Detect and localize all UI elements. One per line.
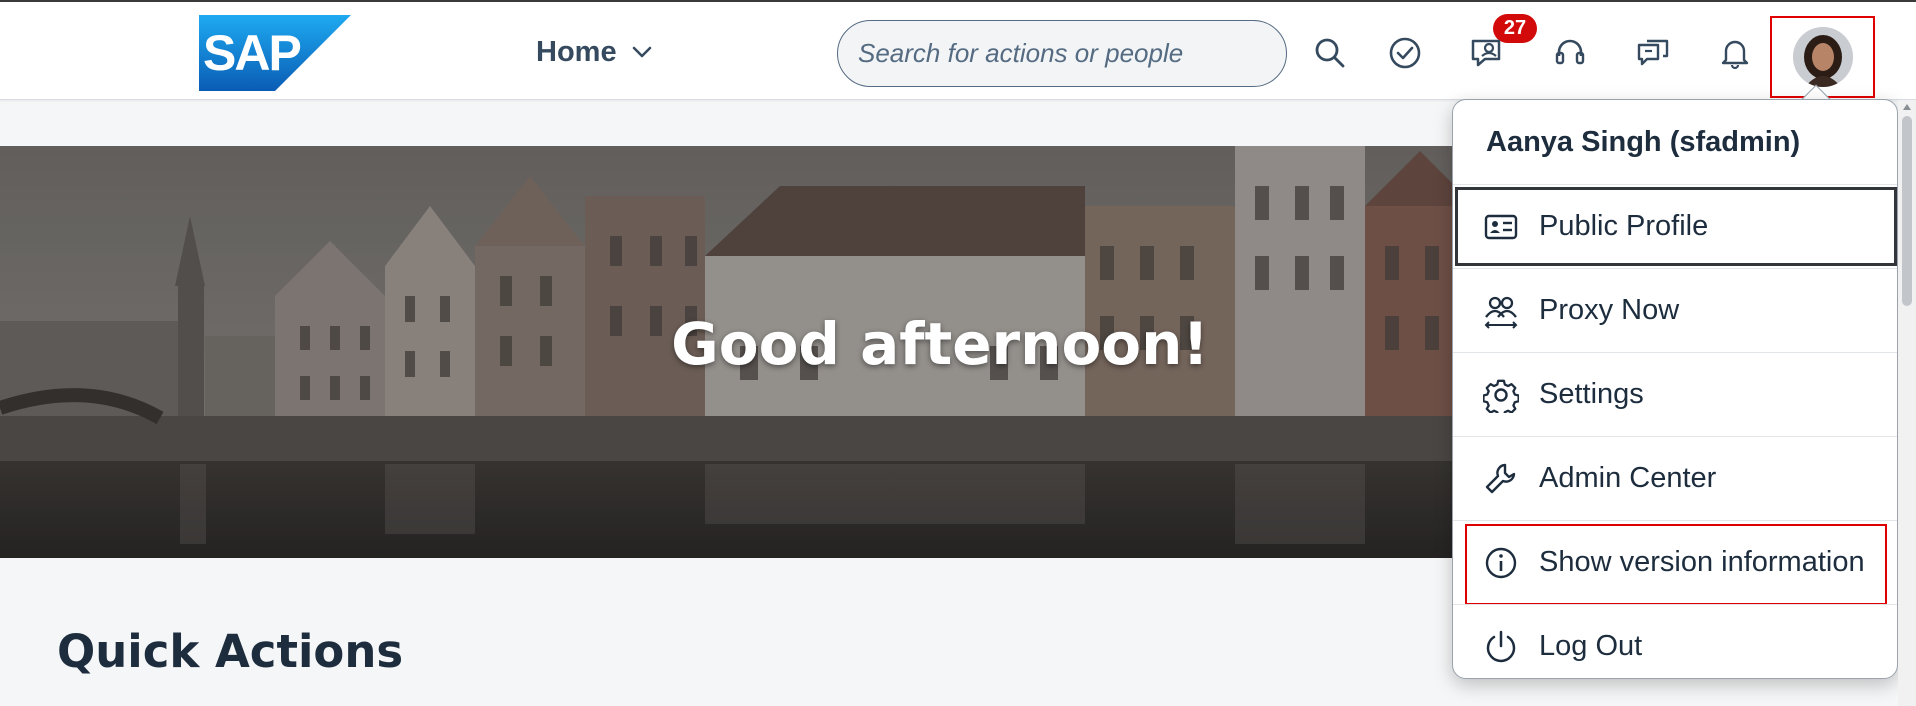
assistant-button[interactable] bbox=[1461, 28, 1511, 78]
info-icon bbox=[1485, 547, 1517, 578]
menu-item-show-version-information[interactable]: Show version information bbox=[1453, 521, 1897, 605]
headset-icon bbox=[1555, 39, 1585, 65]
home-menu-button[interactable]: Home bbox=[536, 30, 653, 74]
avatar-photo bbox=[1792, 27, 1853, 87]
svg-text:SAP: SAP bbox=[203, 25, 300, 81]
menu-item-label: Public Profile bbox=[1539, 210, 1709, 242]
search-field[interactable] bbox=[837, 20, 1287, 87]
scrollbar-thumb[interactable] bbox=[1902, 116, 1912, 306]
menu-item-label: Show version information bbox=[1539, 546, 1865, 578]
bell-icon bbox=[1721, 40, 1749, 70]
search-button[interactable] bbox=[1305, 28, 1355, 78]
menu-item-proxy-now[interactable]: Proxy Now bbox=[1453, 269, 1897, 352]
avatar bbox=[1792, 27, 1853, 87]
menu-item-settings[interactable]: Settings bbox=[1453, 353, 1897, 436]
shell-bar: SAP Home 27 bbox=[0, 0, 1916, 100]
quick-actions-heading: Quick Actions bbox=[57, 625, 404, 678]
support-button[interactable] bbox=[1545, 28, 1595, 78]
menu-item-label: Admin Center bbox=[1539, 462, 1717, 494]
feedback-button[interactable] bbox=[1628, 28, 1678, 78]
feedback-icon bbox=[1637, 39, 1669, 66]
gear-icon bbox=[1483, 379, 1519, 413]
search-input[interactable] bbox=[858, 38, 1266, 69]
menu-item-admin-center[interactable]: Admin Center bbox=[1453, 437, 1897, 520]
notifications-button[interactable] bbox=[1710, 28, 1760, 78]
search-icon bbox=[1315, 38, 1345, 68]
menu-item-label: Log Out bbox=[1539, 630, 1643, 662]
scroll-up-arrow-icon[interactable] bbox=[1903, 104, 1911, 110]
menu-item-label: Proxy Now bbox=[1539, 294, 1680, 326]
proxy-icon bbox=[1484, 296, 1518, 329]
user-name: Aanya Singh (sfadmin) bbox=[1486, 125, 1801, 158]
menu-item-label: Settings bbox=[1539, 378, 1644, 410]
tasks-button[interactable] bbox=[1380, 28, 1430, 78]
tasks-icon bbox=[1389, 37, 1421, 69]
id-card-icon bbox=[1484, 214, 1518, 239]
power-icon bbox=[1486, 630, 1516, 662]
menu-item-log-out[interactable]: Log Out bbox=[1453, 605, 1897, 678]
chevron-down-icon bbox=[632, 46, 651, 58]
user-profile-menu: Aanya Singh (sfadmin) Public Profile Pro… bbox=[1452, 99, 1898, 679]
page-scrollbar[interactable] bbox=[1898, 100, 1916, 706]
home-label: Home bbox=[536, 35, 617, 68]
user-avatar-button[interactable] bbox=[1770, 16, 1875, 98]
assistant-icon bbox=[1471, 39, 1501, 67]
menu-item-public-profile[interactable]: Public Profile bbox=[1453, 185, 1897, 268]
sap-logo[interactable]: SAP bbox=[199, 15, 351, 91]
wrench-icon bbox=[1485, 463, 1516, 493]
